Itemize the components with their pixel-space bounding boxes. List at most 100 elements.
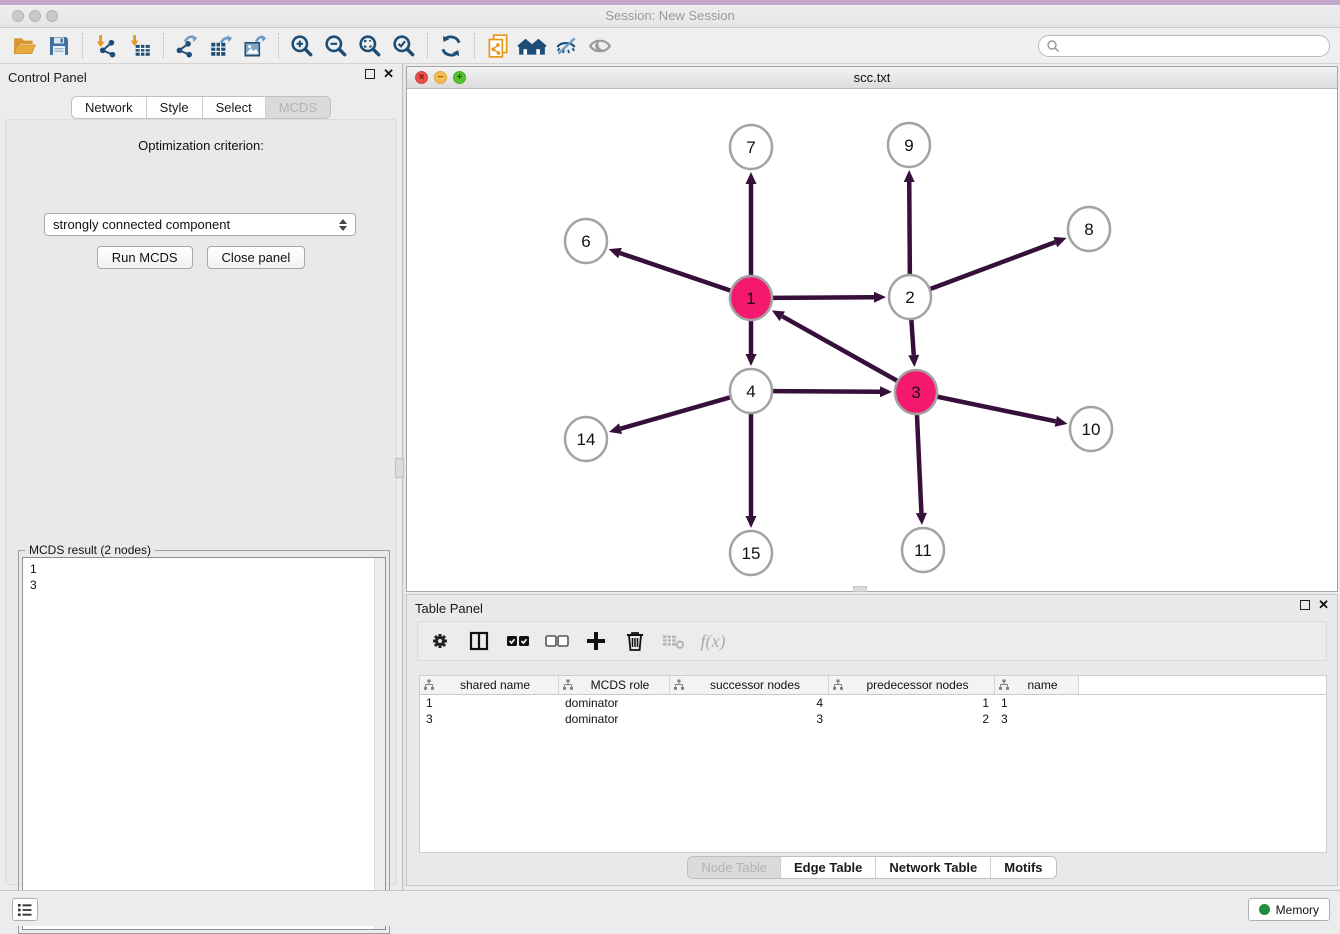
node-label-15: 15 [742,544,761,563]
edge-arrowhead [746,516,757,528]
close-table-panel-icon[interactable]: ✕ [1318,600,1329,610]
control-panel-title: Control Panel [8,70,87,85]
export-network-icon[interactable] [170,31,204,61]
tab-network-table[interactable]: Network Table [876,857,991,878]
add-icon[interactable] [584,629,608,653]
status-bar: Memory [0,890,1340,926]
tab-motifs[interactable]: Motifs [991,857,1055,878]
graph-edge-4-3[interactable] [773,391,880,392]
splitter-handle[interactable] [395,458,404,478]
table-row[interactable]: 3dominator323 [420,711,1326,727]
column-header-name[interactable]: name [995,676,1079,694]
close-panel-button[interactable]: Close panel [207,246,306,269]
node-table-header: shared nameMCDS rolesuccessor nodesprede… [420,676,1326,695]
split-pane-icon[interactable] [467,629,491,653]
table-row[interactable]: 1dominator411 [420,695,1326,711]
zoom-fit-icon[interactable] [353,31,387,61]
column-sort-icon [673,679,685,691]
tab-select[interactable]: Select [203,97,266,118]
table-cell[interactable]: 3 [670,711,829,727]
deselect-all-icon[interactable] [545,629,569,653]
select-all-icon[interactable] [506,629,530,653]
zoom-in-icon[interactable] [285,31,319,61]
app-title: Session: New Session [0,8,1340,23]
table-cell[interactable]: dominator [559,711,670,727]
table-cell[interactable]: 1 [420,695,559,711]
graph-edge-3-11[interactable] [917,415,921,513]
graph-edge-2-8[interactable] [931,242,1056,289]
open-file-icon[interactable] [8,31,42,61]
graph-edge-1-2[interactable] [773,297,874,298]
graph-edge-3-10[interactable] [938,397,1056,422]
table-cell[interactable]: 4 [670,695,829,711]
graph-edge-2-9[interactable] [909,182,910,274]
table-cell[interactable]: 1 [995,695,1079,711]
tab-edge-table[interactable]: Edge Table [781,857,876,878]
search-box[interactable] [1038,35,1330,57]
edge-arrowhead [908,355,919,367]
zoom-selected-icon[interactable] [387,31,421,61]
table-cell[interactable]: 3 [995,711,1079,727]
result-scrollbar[interactable] [374,558,385,929]
network-canvas[interactable]: 7968124314101511 [407,89,1337,591]
node-label-4: 4 [746,382,755,401]
network-window-titlebar[interactable]: × − + scc.txt [407,67,1337,89]
tab-node-table[interactable]: Node Table [688,857,781,878]
table-cell[interactable]: dominator [559,695,670,711]
float-panel-icon[interactable] [365,69,375,79]
clone-network-icon[interactable] [481,31,515,61]
export-table-icon[interactable] [204,31,238,61]
node-label-1: 1 [746,289,755,308]
node-table[interactable]: shared nameMCDS rolesuccessor nodesprede… [419,675,1327,853]
dropdown-stepper-icon [339,219,347,231]
table-cell[interactable]: 1 [829,695,995,711]
criterion-dropdown[interactable]: strongly connected component [44,213,356,236]
toolbar-separator [474,33,475,59]
table-tabs: Node TableEdge TableNetwork TableMotifs [687,856,1056,879]
mcds-result-list[interactable]: 13 [22,557,386,930]
save-session-icon[interactable] [42,31,76,61]
edge-arrowhead [874,292,886,303]
graph-edge-1-6[interactable] [620,253,730,290]
import-network-icon[interactable] [89,31,123,61]
close-panel-icon[interactable]: ✕ [383,69,394,79]
delete-icon[interactable] [623,629,647,653]
mcds-result-box: MCDS result (2 nodes) 13 [18,550,390,934]
graph-edge-2-3[interactable] [911,320,913,355]
float-table-panel-icon[interactable] [1300,600,1310,610]
tab-network[interactable]: Network [72,97,147,118]
network-window-title: scc.txt [407,70,1337,85]
hide-selected-icon[interactable] [549,31,583,61]
column-header-filler [1079,676,1326,694]
zoom-out-icon[interactable] [319,31,353,61]
tab-style[interactable]: Style [147,97,203,118]
column-header-predecessor-nodes[interactable]: predecessor nodes [829,676,995,694]
column-sort-icon [832,679,844,691]
column-header-MCDS-role[interactable]: MCDS role [559,676,670,694]
table-cell[interactable]: 2 [829,711,995,727]
table-cell[interactable]: 3 [420,711,559,727]
main-toolbar [0,28,1340,64]
column-sort-icon [998,679,1010,691]
refresh-icon[interactable] [434,31,468,61]
table-panel-title: Table Panel [415,601,483,616]
first-neighbors-icon[interactable] [515,31,549,61]
mcds-result-lines: 13 [23,558,385,593]
horizontal-splitter-handle[interactable] [853,586,867,592]
export-image-icon[interactable] [238,31,272,61]
graph-edge-3-1[interactable] [782,316,897,380]
import-table-icon[interactable] [123,31,157,61]
column-header-shared-name[interactable]: shared name [420,676,559,694]
run-mcds-button[interactable]: Run MCDS [97,246,193,269]
task-history-button[interactable] [12,898,38,921]
memory-button[interactable]: Memory [1248,898,1330,921]
tab-mcds[interactable]: MCDS [266,97,330,118]
node-label-9: 9 [904,136,913,155]
search-input[interactable] [1060,39,1329,53]
graph-edge-4-14[interactable] [621,397,730,428]
search-icon [1046,39,1060,53]
toolbar-separator [427,33,428,59]
column-header-successor-nodes[interactable]: successor nodes [670,676,829,694]
gear-icon[interactable] [428,629,452,653]
toolbar-separator [163,33,164,59]
